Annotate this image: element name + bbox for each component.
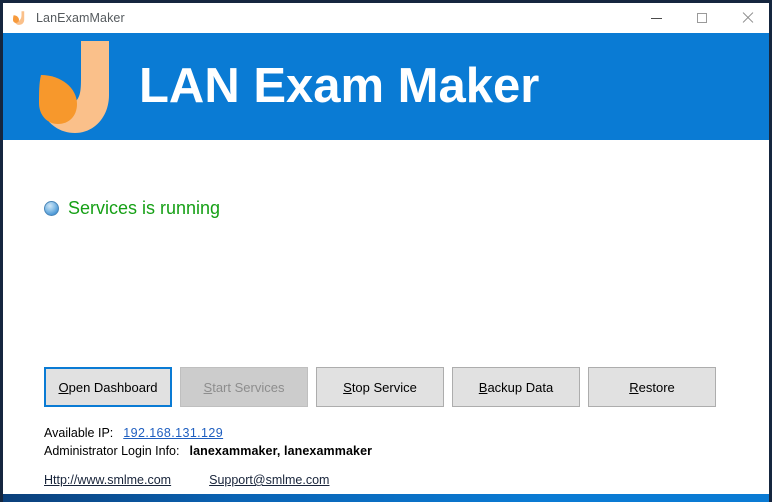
lan-exam-maker-logo-icon: [39, 40, 111, 133]
backup-data-label: Backup Data: [478, 379, 554, 395]
minimize-icon: [651, 17, 662, 19]
restore-button[interactable]: Restore: [588, 367, 716, 407]
status-text: Services is running: [68, 198, 221, 218]
info-block: Available IP: 192.168.131.129 Administra…: [44, 426, 372, 462]
main-content: Services is running Open Dashboard Start…: [3, 140, 769, 496]
open-dashboard-button[interactable]: Open Dashboard: [44, 367, 172, 407]
available-ip-row: Available IP: 192.168.131.129: [44, 426, 372, 444]
close-button[interactable]: [724, 3, 769, 33]
window-controls: [634, 3, 769, 33]
open-dashboard-label: Open Dashboard: [58, 379, 158, 395]
available-ip-label: Available IP:: [44, 426, 114, 440]
website-link[interactable]: Http://www.smlme.com: [44, 473, 171, 487]
minimize-button[interactable]: [634, 3, 679, 33]
window-titlebar[interactable]: LanExamMaker: [3, 3, 769, 33]
app-banner: LAN Exam Maker: [3, 33, 769, 140]
application-window: LanExamMaker LAN Exam Maker Services is …: [0, 0, 772, 502]
status-circle-icon: [44, 201, 59, 216]
start-services-button[interactable]: Start Services: [180, 367, 308, 407]
restore-label: Restore: [629, 379, 675, 395]
admin-login-label: Administrator Login Info:: [44, 444, 180, 458]
available-ip-link[interactable]: 192.168.131.129: [123, 426, 223, 440]
footer-links: Http://www.smlme.com Support@smlme.com: [44, 473, 329, 487]
bottom-accent-strip: [3, 494, 769, 502]
leaf-logo-icon: [10, 9, 28, 27]
support-email-link[interactable]: Support@smlme.com: [209, 473, 329, 487]
window-title: LanExamMaker: [36, 11, 125, 25]
app-banner-title: LAN Exam Maker: [139, 59, 540, 113]
action-button-row: Open Dashboard Start Services Stop Servi…: [44, 367, 716, 407]
admin-login-value: lanexammaker, lanexammaker: [189, 444, 373, 458]
backup-data-button[interactable]: Backup Data: [452, 367, 580, 407]
maximize-icon: [696, 13, 707, 23]
close-icon: [741, 12, 753, 24]
stop-service-label: Stop Service: [343, 379, 417, 395]
service-status: Services is running: [44, 198, 220, 219]
maximize-button[interactable]: [679, 3, 724, 33]
start-services-label: Start Services: [203, 379, 285, 395]
admin-login-row: Administrator Login Info: lanexammaker, …: [44, 444, 372, 462]
stop-service-button[interactable]: Stop Service: [316, 367, 444, 407]
